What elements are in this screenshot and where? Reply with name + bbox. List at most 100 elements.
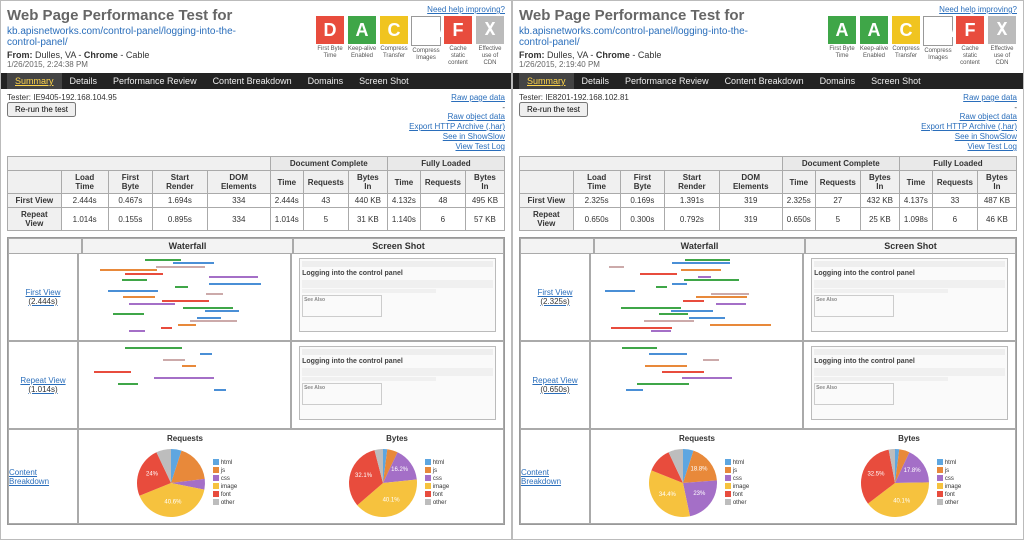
content-breakdown-label[interactable]: Content Breakdown [520, 429, 590, 524]
waterfall-bar [129, 303, 175, 305]
grade-compress-transfer: C Compress Transfer [891, 16, 921, 67]
waterfall-bar [622, 347, 657, 349]
screenshot-thumb[interactable]: Logging into the control panel See Also [811, 258, 1008, 332]
export-links: Raw page data - Raw object dataExport HT… [409, 93, 505, 152]
chart-requests: Requests 18.8%23%34.4%htmljscssimagefont… [591, 430, 803, 523]
link-view-test-log[interactable]: View Test Log [409, 142, 505, 152]
waterfall-bar [182, 365, 196, 367]
waterfall-chart[interactable] [594, 257, 799, 337]
link-raw-object-data[interactable]: Raw object data [921, 112, 1017, 122]
waterfall-bar [671, 310, 713, 312]
waterfall-bar [703, 359, 718, 361]
nav-screen-shot[interactable]: Screen Shot [351, 73, 417, 89]
waterfall-bar [711, 293, 749, 295]
waterfall-bar [649, 353, 687, 355]
link-export-http-archive-har-[interactable]: Export HTTP Archive (.har) [921, 122, 1017, 132]
help-link[interactable]: Need help improving? [427, 5, 505, 14]
waterfall-bar [659, 313, 688, 315]
test-from: From: Dulles, VA - Chrome - Cable [7, 50, 267, 60]
link-see-in-showslow[interactable]: See in ShowSlow [409, 132, 505, 142]
nav-performance-review[interactable]: Performance Review [105, 73, 205, 89]
waterfall-bar [684, 279, 739, 281]
grade-compress-images: N/A Compress Images [923, 16, 953, 67]
pie-chart: 18.8%23%34.4% [645, 445, 721, 521]
waterfall-bar [672, 283, 686, 285]
waterfall-bar [154, 377, 214, 379]
grade-strip: D First Byte Time A Keep-alive Enabled C… [315, 16, 505, 67]
svg-text:32.5%: 32.5% [867, 472, 885, 478]
waterfall-bar [113, 313, 144, 315]
waterfall-bar [685, 259, 730, 261]
chart-bytes: Bytes 16.2%40.1%32.1%htmljscssimagefonto… [291, 430, 503, 523]
waterfall-bar [206, 293, 224, 295]
view-label[interactable]: Repeat View(1.014s) [8, 341, 78, 429]
nav-performance-review[interactable]: Performance Review [617, 73, 717, 89]
screenshot-thumb[interactable]: Logging into the control panel See Also [299, 258, 496, 332]
rerun-button[interactable]: Re-run the test [7, 102, 76, 117]
help-link[interactable]: Need help improving? [939, 5, 1017, 14]
nav-content-breakdown[interactable]: Content Breakdown [717, 73, 812, 89]
screenshot-thumb[interactable]: Logging into the control panel See Also [811, 346, 1008, 420]
waterfall-section: WaterfallScreen Shot First View(2.325s) … [519, 237, 1017, 525]
grade-compress-images: N/A Compress Images [411, 16, 441, 67]
waterfall-bar [681, 269, 721, 271]
link-raw-page-data[interactable]: Raw page data [921, 93, 1017, 103]
waterfall-bar [651, 330, 671, 332]
link-export-http-archive-har-[interactable]: Export HTTP Archive (.har) [409, 122, 505, 132]
waterfall-chart[interactable] [594, 345, 799, 425]
test-date: 1/26/2015, 2:19:40 PM [519, 60, 779, 69]
waterfall-chart[interactable] [82, 345, 287, 425]
svg-text:23%: 23% [693, 491, 706, 497]
content-breakdown-label[interactable]: Content Breakdown [8, 429, 78, 524]
svg-text:40.6%: 40.6% [164, 499, 182, 505]
link-view-test-log[interactable]: View Test Log [921, 142, 1017, 152]
content-breakdown-row: Content Breakdown Requests 18.8%23%34.4%… [520, 429, 1016, 524]
waterfall-bar [123, 296, 155, 298]
waterfall-bar [162, 300, 209, 302]
nav-details[interactable]: Details [574, 73, 618, 89]
waterfall-bar [640, 273, 677, 275]
nav-domains[interactable]: Domains [300, 73, 352, 89]
waterfall-bar [672, 262, 730, 264]
view-label[interactable]: First View(2.444s) [8, 253, 78, 341]
waterfall-bar [696, 296, 747, 298]
nav-summary[interactable]: Summary [7, 73, 62, 89]
tested-url[interactable]: kb.apisnetworks.com/control-panel/loggin… [7, 26, 236, 48]
grade-effective-use-of-cdn: X Effective use of CDN [475, 16, 505, 67]
pie-chart: 40.6%24% [133, 445, 209, 521]
first-view-row: First View(2.325s) Logging into the cont… [520, 253, 1016, 341]
grade-box: A [828, 16, 856, 44]
grade-first-byte-time: A First Byte Time [827, 16, 857, 67]
view-label[interactable]: Repeat View(0.650s) [520, 341, 590, 429]
link-see-in-showslow[interactable]: See in ShowSlow [921, 132, 1017, 142]
link-raw-object-data[interactable]: Raw object data [409, 112, 505, 122]
nav-bar: SummaryDetailsPerformance ReviewContent … [1, 73, 511, 89]
nav-details[interactable]: Details [62, 73, 106, 89]
page-title: Web Page Performance Test for [7, 7, 267, 24]
content-breakdown-row: Content Breakdown Requests 40.6%24%htmlj… [8, 429, 504, 524]
grade-box: F [444, 16, 472, 44]
screenshot-thumb[interactable]: Logging into the control panel See Also [299, 346, 496, 420]
waterfall-bar [108, 290, 158, 292]
link-raw-page-data[interactable]: Raw page data [409, 93, 505, 103]
view-label[interactable]: First View(2.325s) [520, 253, 590, 341]
nav-domains[interactable]: Domains [812, 73, 864, 89]
tested-url[interactable]: kb.apisnetworks.com/control-panel/loggin… [519, 26, 748, 48]
nav-content-breakdown[interactable]: Content Breakdown [205, 73, 300, 89]
waterfall-chart[interactable] [82, 257, 287, 337]
metrics-row: First View2.444s0.467s1.694s3342.444s434… [8, 194, 505, 208]
waterfall-bar [621, 307, 681, 309]
pie-chart: 17.8%40.1%32.5% [857, 445, 933, 521]
waterfall-bar [183, 307, 233, 309]
metrics-row: First View2.325s0.169s1.391s3192.325s274… [520, 194, 1017, 208]
grade-box: C [380, 16, 408, 44]
waterfall-bar [122, 279, 147, 281]
chart-requests: Requests 40.6%24%htmljscssimagefontother [79, 430, 291, 523]
grade-box: F [956, 16, 984, 44]
nav-summary[interactable]: Summary [519, 73, 574, 89]
nav-screen-shot[interactable]: Screen Shot [863, 73, 929, 89]
waterfall-bar [637, 383, 689, 385]
nav-bar: SummaryDetailsPerformance ReviewContent … [513, 73, 1023, 89]
grade-keep-alive-enabled: A Keep-alive Enabled [859, 16, 889, 67]
rerun-button[interactable]: Re-run the test [519, 102, 588, 117]
